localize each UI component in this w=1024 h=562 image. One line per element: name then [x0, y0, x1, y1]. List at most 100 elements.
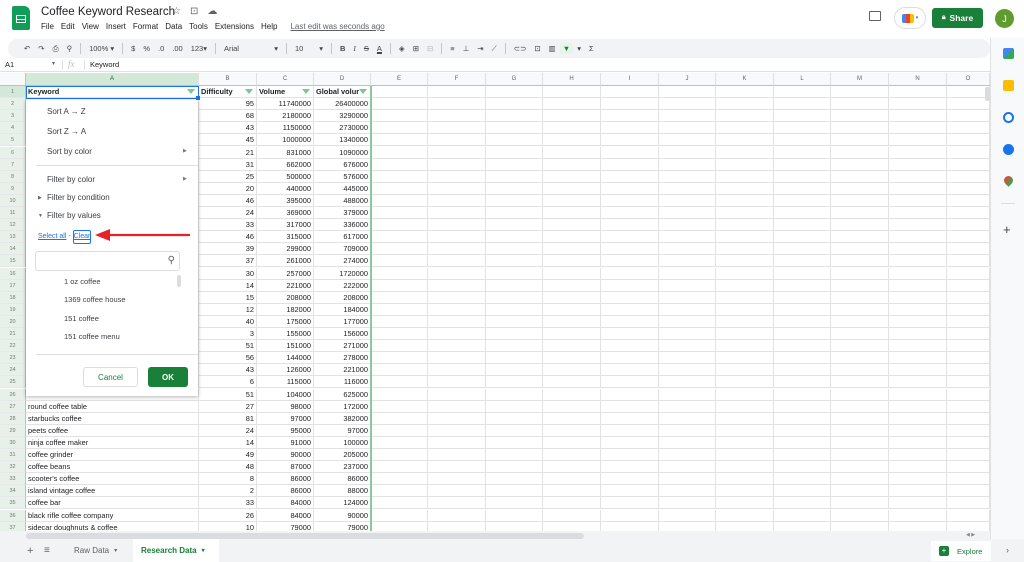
- cell[interactable]: 97000: [314, 424, 371, 437]
- row-header[interactable]: 32: [0, 461, 26, 474]
- cell[interactable]: [371, 315, 428, 328]
- cell[interactable]: [716, 194, 774, 207]
- avatar[interactable]: J: [995, 9, 1014, 28]
- cell[interactable]: [831, 279, 889, 292]
- cell[interactable]: [774, 509, 831, 522]
- cell[interactable]: 26: [199, 509, 257, 522]
- cell[interactable]: [428, 134, 486, 147]
- cell[interactable]: [371, 134, 428, 147]
- cell[interactable]: [659, 98, 716, 111]
- cell[interactable]: [428, 110, 486, 123]
- cell[interactable]: [486, 194, 543, 207]
- cell[interactable]: [947, 497, 990, 510]
- cell[interactable]: [947, 364, 990, 377]
- cell[interactable]: 1340000: [314, 134, 371, 147]
- cell[interactable]: [486, 134, 543, 147]
- filter-value-item[interactable]: 1369 coffee house: [64, 295, 126, 304]
- cell[interactable]: [716, 182, 774, 195]
- cell[interactable]: [543, 122, 601, 135]
- cell[interactable]: 46: [199, 194, 257, 207]
- cell[interactable]: [428, 243, 486, 256]
- cell[interactable]: [716, 291, 774, 304]
- cell[interactable]: [428, 219, 486, 232]
- filter-icon[interactable]: ▼: [559, 43, 574, 54]
- cell[interactable]: [543, 207, 601, 220]
- cell[interactable]: [371, 243, 428, 256]
- cell[interactable]: [831, 122, 889, 135]
- cell[interactable]: 1090000: [314, 146, 371, 159]
- cell[interactable]: [601, 473, 659, 486]
- cell[interactable]: [428, 182, 486, 195]
- cell[interactable]: [601, 449, 659, 462]
- cell[interactable]: [716, 340, 774, 353]
- cell[interactable]: [659, 86, 716, 99]
- cell[interactable]: [831, 291, 889, 304]
- cell[interactable]: [831, 194, 889, 207]
- cell[interactable]: [889, 86, 947, 99]
- cell[interactable]: [486, 303, 543, 316]
- cell[interactable]: [889, 424, 947, 437]
- cell[interactable]: [371, 521, 428, 531]
- redo-icon[interactable]: ↷: [34, 44, 48, 53]
- cell[interactable]: [947, 182, 990, 195]
- cell[interactable]: [601, 291, 659, 304]
- cell[interactable]: [428, 170, 486, 183]
- cell[interactable]: 299000: [257, 243, 314, 256]
- cell[interactable]: [486, 509, 543, 522]
- cell[interactable]: 11740000: [257, 98, 314, 111]
- cell[interactable]: [774, 461, 831, 474]
- cell[interactable]: 56: [199, 352, 257, 365]
- cell[interactable]: [601, 424, 659, 437]
- cell[interactable]: [889, 364, 947, 377]
- strikethrough-button[interactable]: S: [360, 44, 373, 53]
- cell[interactable]: [947, 340, 990, 353]
- cell[interactable]: 97000: [257, 412, 314, 425]
- cell[interactable]: [947, 509, 990, 522]
- cell[interactable]: 144000: [257, 352, 314, 365]
- row-header[interactable]: 31: [0, 449, 26, 462]
- cell[interactable]: 98000: [257, 400, 314, 413]
- cell[interactable]: [486, 521, 543, 531]
- cell[interactable]: [601, 243, 659, 256]
- cell[interactable]: [716, 219, 774, 232]
- cell[interactable]: 39: [199, 243, 257, 256]
- header-cell[interactable]: Global volur: [314, 86, 371, 99]
- cell[interactable]: [774, 243, 831, 256]
- cell[interactable]: 90000: [314, 509, 371, 522]
- cell[interactable]: 25: [199, 170, 257, 183]
- row-header[interactable]: 1: [0, 86, 26, 99]
- cell[interactable]: [774, 485, 831, 498]
- column-header[interactable]: M: [831, 73, 889, 86]
- cell[interactable]: [659, 376, 716, 389]
- cell[interactable]: 126000: [257, 364, 314, 377]
- cell[interactable]: [889, 122, 947, 135]
- cell[interactable]: [831, 436, 889, 449]
- cell[interactable]: [486, 352, 543, 365]
- cell[interactable]: 40: [199, 315, 257, 328]
- cell[interactable]: 43: [199, 122, 257, 135]
- cell[interactable]: [486, 146, 543, 159]
- cell[interactable]: [774, 219, 831, 232]
- cell[interactable]: [543, 436, 601, 449]
- cell[interactable]: [774, 521, 831, 531]
- tab-research-data[interactable]: Research Data ▾: [133, 539, 219, 562]
- cell[interactable]: [371, 255, 428, 268]
- cell[interactable]: 86000: [257, 473, 314, 486]
- cell[interactable]: [543, 315, 601, 328]
- cell[interactable]: [543, 146, 601, 159]
- row-header[interactable]: 37: [0, 521, 26, 531]
- cell[interactable]: [774, 364, 831, 377]
- filter-by-color-item[interactable]: Filter by color: [47, 175, 95, 184]
- cell[interactable]: [486, 122, 543, 135]
- cell[interactable]: [831, 473, 889, 486]
- cell[interactable]: 617000: [314, 231, 371, 244]
- cell[interactable]: [543, 194, 601, 207]
- header-cell[interactable]: Difficulty: [199, 86, 257, 99]
- cell[interactable]: 172000: [314, 400, 371, 413]
- row-header[interactable]: 2: [0, 98, 26, 111]
- cell[interactable]: [659, 412, 716, 425]
- cell[interactable]: [601, 146, 659, 159]
- cell[interactable]: 271000: [314, 340, 371, 353]
- cell[interactable]: [774, 122, 831, 135]
- vertical-align-icon[interactable]: ⊥: [459, 44, 474, 53]
